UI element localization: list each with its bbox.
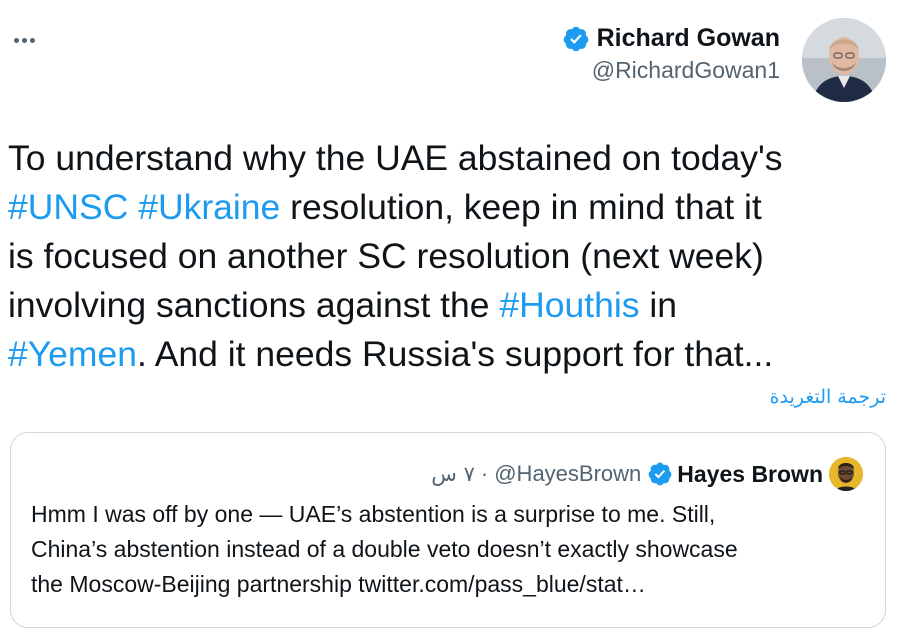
hashtag-link[interactable]: #Houthis [499, 285, 639, 325]
tweet-text-segment: in [639, 285, 678, 325]
author-handle[interactable]: @RichardGowan1 [562, 57, 780, 84]
tweet-text: To understand why the UAE abstained on t… [8, 134, 888, 379]
author-display-name[interactable]: Richard Gowan [597, 24, 780, 53]
quoted-tweet[interactable]: ٧ س · @HayesBrown Hayes Brown Hmm I was … [10, 432, 886, 628]
more-options-button[interactable] [6, 28, 42, 52]
quoted-author-avatar [829, 457, 863, 491]
quoted-author-handle: @HayesBrown [494, 461, 642, 486]
quoted-tweet-text-line: Hmm I was off by one — UAE’s abstention … [31, 501, 716, 527]
quoted-tweet-header: ٧ س · @HayesBrown Hayes Brown [431, 457, 863, 491]
author-name-row[interactable]: Richard Gowan [562, 24, 780, 53]
tweet-author: Richard Gowan @RichardGowan1 [562, 18, 886, 102]
quoted-author-name: Hayes Brown [677, 460, 823, 487]
quoted-tweet-text-line: the Moscow-Beijing partnership twitter.c… [31, 571, 646, 597]
tweet-text-segment [128, 187, 138, 227]
tweet-text-segment: is focused on another SC resolution (nex… [8, 236, 764, 276]
tweet-text-segment: involving sanctions against the [8, 285, 500, 325]
tweet-text-segment: To understand why the UAE abstained on t… [8, 138, 783, 178]
tweet-text-line: #UNSC #Ukraine resolution, keep in mind … [8, 183, 888, 232]
tweet-text-line: is focused on another SC resolution (nex… [8, 232, 888, 281]
quoted-tweet-text: Hmm I was off by one — UAE’s abstention … [31, 497, 871, 602]
hashtag-link[interactable]: #Yemen [8, 334, 137, 374]
hashtag-link[interactable]: #Ukraine [138, 187, 280, 227]
tweet-text-line: #Yemen. And it needs Russia's support fo… [8, 330, 888, 379]
verified-badge-icon [647, 461, 673, 487]
tweet-text-segment: resolution, keep in mind that it [280, 187, 762, 227]
verified-badge-icon [562, 25, 590, 53]
tweet-text-segment: . And it needs Russia's support for that… [136, 334, 774, 374]
hashtag-link[interactable]: #UNSC [8, 187, 128, 227]
author-names: Richard Gowan @RichardGowan1 [562, 24, 780, 84]
tweet-text-line: involving sanctions against the #Houthis… [8, 281, 888, 330]
more-options-icon [13, 37, 19, 43]
separator-dot: · [480, 461, 489, 486]
quoted-tweet-time[interactable]: ٧ س [431, 462, 475, 486]
translate-tweet-link[interactable]: ترجمة التغريدة [770, 386, 886, 408]
author-avatar[interactable] [802, 18, 886, 102]
tweet-text-line: To understand why the UAE abstained on t… [8, 134, 888, 183]
quoted-tweet-text-line: China’s abstention instead of a double v… [31, 536, 738, 562]
